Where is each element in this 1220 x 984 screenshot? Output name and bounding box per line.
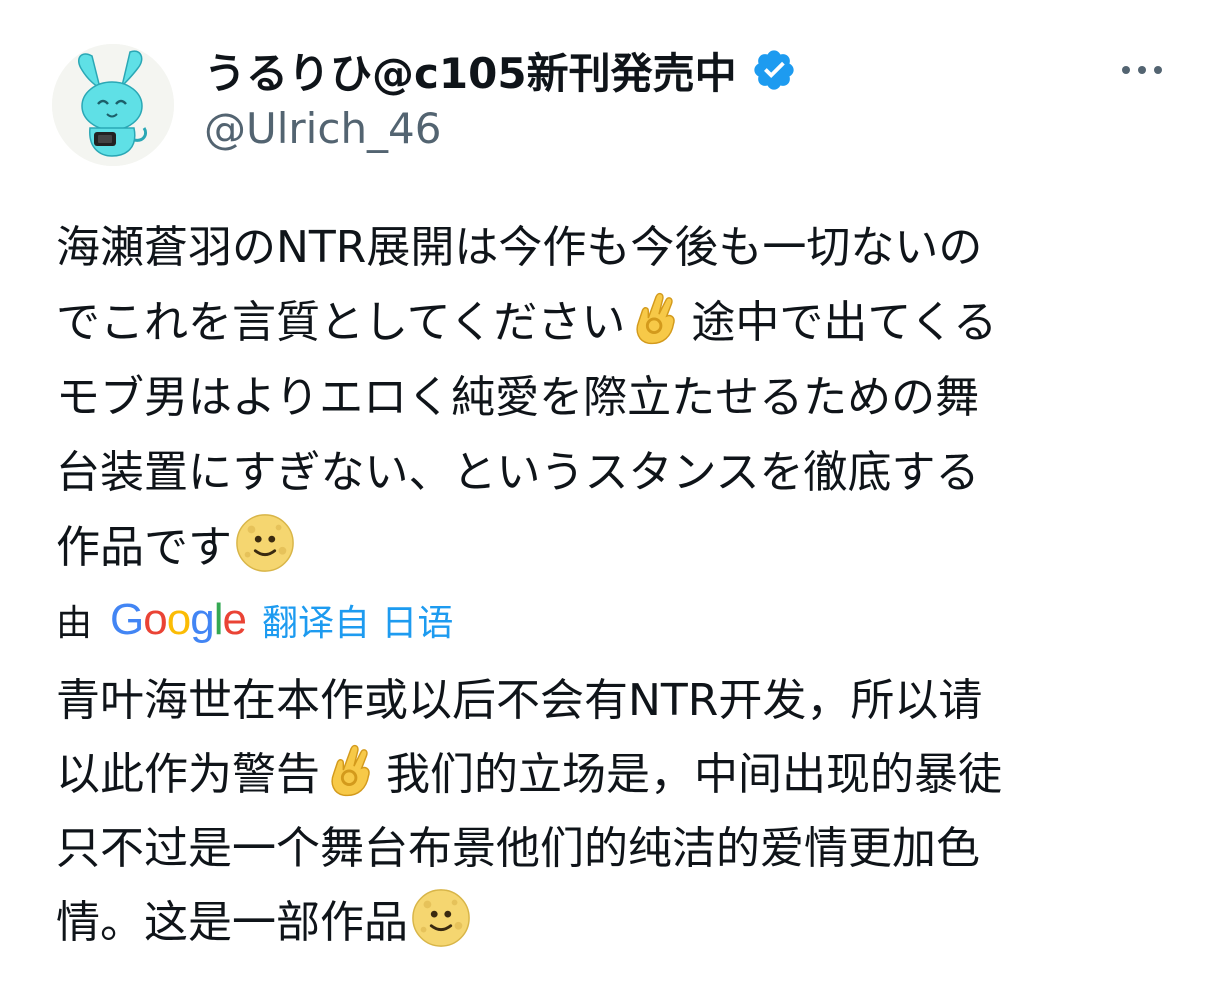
- cyan-rabbit-avatar-icon: [52, 44, 174, 166]
- author-name-row: うるりひ@c105新刊発売中: [204, 40, 797, 100]
- translated-line: 以此作为警告 我们的立场是，中间出现的暴徒: [56, 738, 1176, 812]
- more-horizontal-icon: [1122, 66, 1130, 74]
- translation-header: 由 Google 翻译自 日语: [56, 590, 453, 650]
- translated-by-label: 由: [56, 603, 93, 644]
- avatar[interactable]: [52, 44, 174, 166]
- translated-line: 只不过是一个舞台布景他们的纯洁的爱情更加色: [56, 823, 980, 874]
- tweet-line: 台装置にすぎない、というスタンスを徹底する: [56, 447, 980, 498]
- tweet-line: モブ男はよりエロく純愛を際立たせるための舞: [56, 372, 980, 423]
- tweet-line: でこれを言質としてください 途中で出てくる: [56, 285, 1176, 360]
- tweet-line: 海瀬蒼羽のNTR展開は今作も今後も一切ないの: [56, 222, 983, 273]
- verified-badge-icon: [753, 50, 794, 90]
- author-handle[interactable]: @Ulrich_46: [204, 104, 442, 153]
- google-logo: Google: [110, 595, 247, 644]
- translated-text: 青叶海世在本作或以后不会有NTR开发，所以请 以此作为警告 我们的立场是，中间出现…: [56, 664, 1176, 960]
- moon-face-emoji-icon: [410, 887, 472, 949]
- tweet-text: 海瀬蒼羽のNTR展開は今作も今後も一切ないの でこれを言質としてください 途中で出…: [56, 210, 1176, 585]
- tweet-line: 作品です: [56, 510, 1176, 585]
- moon-face-emoji-icon: [234, 512, 296, 574]
- translated-from-link[interactable]: 翻译自 日语: [262, 594, 453, 646]
- ok-hand-emoji-icon: [322, 739, 384, 801]
- ok-hand-emoji-icon: [627, 287, 689, 349]
- translated-line: 青叶海世在本作或以后不会有NTR开发，所以请: [56, 675, 983, 726]
- display-name[interactable]: うるりひ@c105新刊発売中: [204, 40, 737, 101]
- more-options-button[interactable]: [1112, 50, 1172, 90]
- translated-line: 情。这是一部作品: [56, 886, 1176, 960]
